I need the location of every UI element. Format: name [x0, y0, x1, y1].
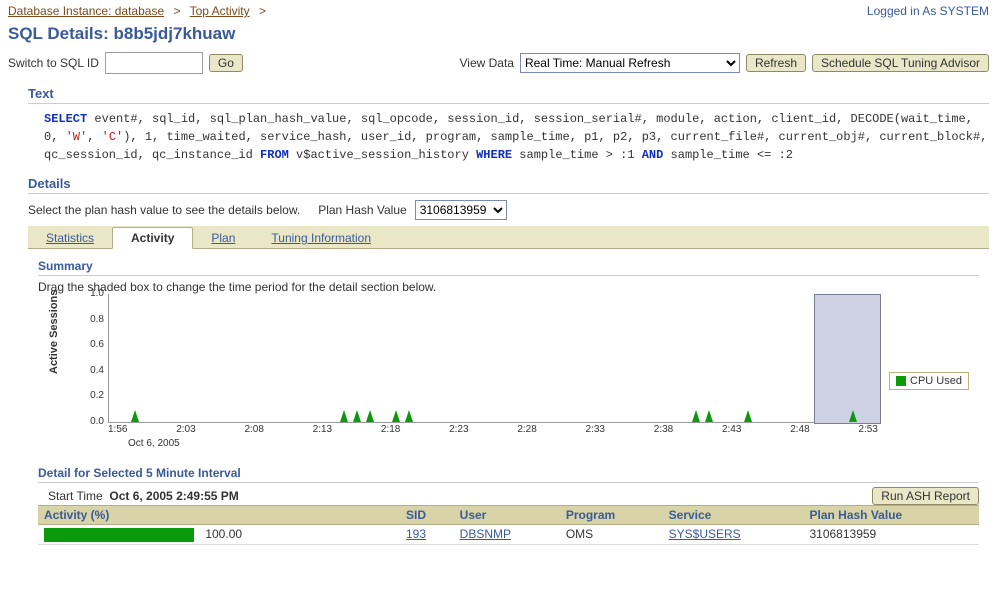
tab-statistics[interactable]: Statistics	[28, 228, 112, 248]
table-row: 100.00193DBSNMPOMSSYS$USERS3106813959	[38, 525, 979, 545]
col-plan[interactable]: Plan Hash Value	[803, 506, 979, 525]
switch-label: Switch to SQL ID	[8, 56, 99, 70]
refresh-button[interactable]: Refresh	[746, 54, 806, 72]
details-header: Details	[28, 176, 989, 194]
go-button[interactable]: Go	[209, 54, 243, 72]
breadcrumb-db[interactable]: Database Instance: database	[8, 4, 164, 18]
col-activity[interactable]: Activity (%)	[38, 506, 400, 525]
sql-text: SELECT event#, sql_id, sql_plan_hash_val…	[28, 110, 989, 164]
activity-chart[interactable]: Active Sessions 0.00.20.40.60.81.0 1:562…	[48, 294, 979, 444]
start-time-value: Oct 6, 2005 2:49:55 PM	[109, 489, 238, 503]
drag-hint: Drag the shaded box to change the time p…	[38, 280, 979, 294]
logged-in-label: Logged in As SYSTEM	[867, 4, 989, 18]
detail-header: Detail for Selected 5 Minute Interval	[38, 466, 979, 483]
detail-table: Activity (%) SID User Program Service Pl…	[38, 505, 979, 545]
x-axis-subtitle: Oct 6, 2005	[128, 438, 180, 449]
summary-header: Summary	[38, 259, 979, 276]
plan-hash-label: Plan Hash Value	[318, 203, 407, 217]
chevron-right-icon: >	[167, 4, 186, 18]
plan-hash-select[interactable]: 3106813959	[415, 200, 507, 220]
x-axis-ticks: 1:562:032:082:132:182:232:282:332:382:43…	[108, 424, 878, 435]
text-header: Text	[28, 86, 989, 104]
view-data-label: View Data	[459, 56, 513, 70]
col-program[interactable]: Program	[560, 506, 663, 525]
page-title: SQL Details: b8b5jdj7khuaw	[8, 24, 989, 44]
breadcrumb-top-activity[interactable]: Top Activity	[190, 4, 250, 18]
breadcrumb-bar: Database Instance: database > Top Activi…	[8, 4, 989, 18]
schedule-tuning-button[interactable]: Schedule SQL Tuning Advisor	[812, 54, 989, 72]
y-axis-label: Active Sessions	[48, 290, 60, 374]
start-time-label: Start Time	[48, 489, 103, 503]
chart-legend: CPU Used	[889, 372, 969, 390]
select-plan-label: Select the plan hash value to see the de…	[28, 203, 300, 217]
sql-id-input[interactable]	[105, 52, 203, 74]
col-sid[interactable]: SID	[400, 506, 454, 525]
view-data-select[interactable]: Real Time: Manual Refresh	[520, 53, 740, 73]
tab-tuning[interactable]: Tuning Information	[253, 228, 389, 248]
tab-plan[interactable]: Plan	[193, 228, 253, 248]
details-tabs: Statistics Activity Plan Tuning Informat…	[28, 226, 989, 249]
col-service[interactable]: Service	[663, 506, 804, 525]
run-ash-button[interactable]: Run ASH Report	[872, 487, 979, 505]
time-selection-box[interactable]	[814, 294, 881, 424]
col-user[interactable]: User	[454, 506, 560, 525]
chevron-right-icon: >	[253, 4, 272, 18]
legend-swatch-icon	[896, 376, 906, 386]
tab-activity[interactable]: Activity	[112, 227, 193, 249]
